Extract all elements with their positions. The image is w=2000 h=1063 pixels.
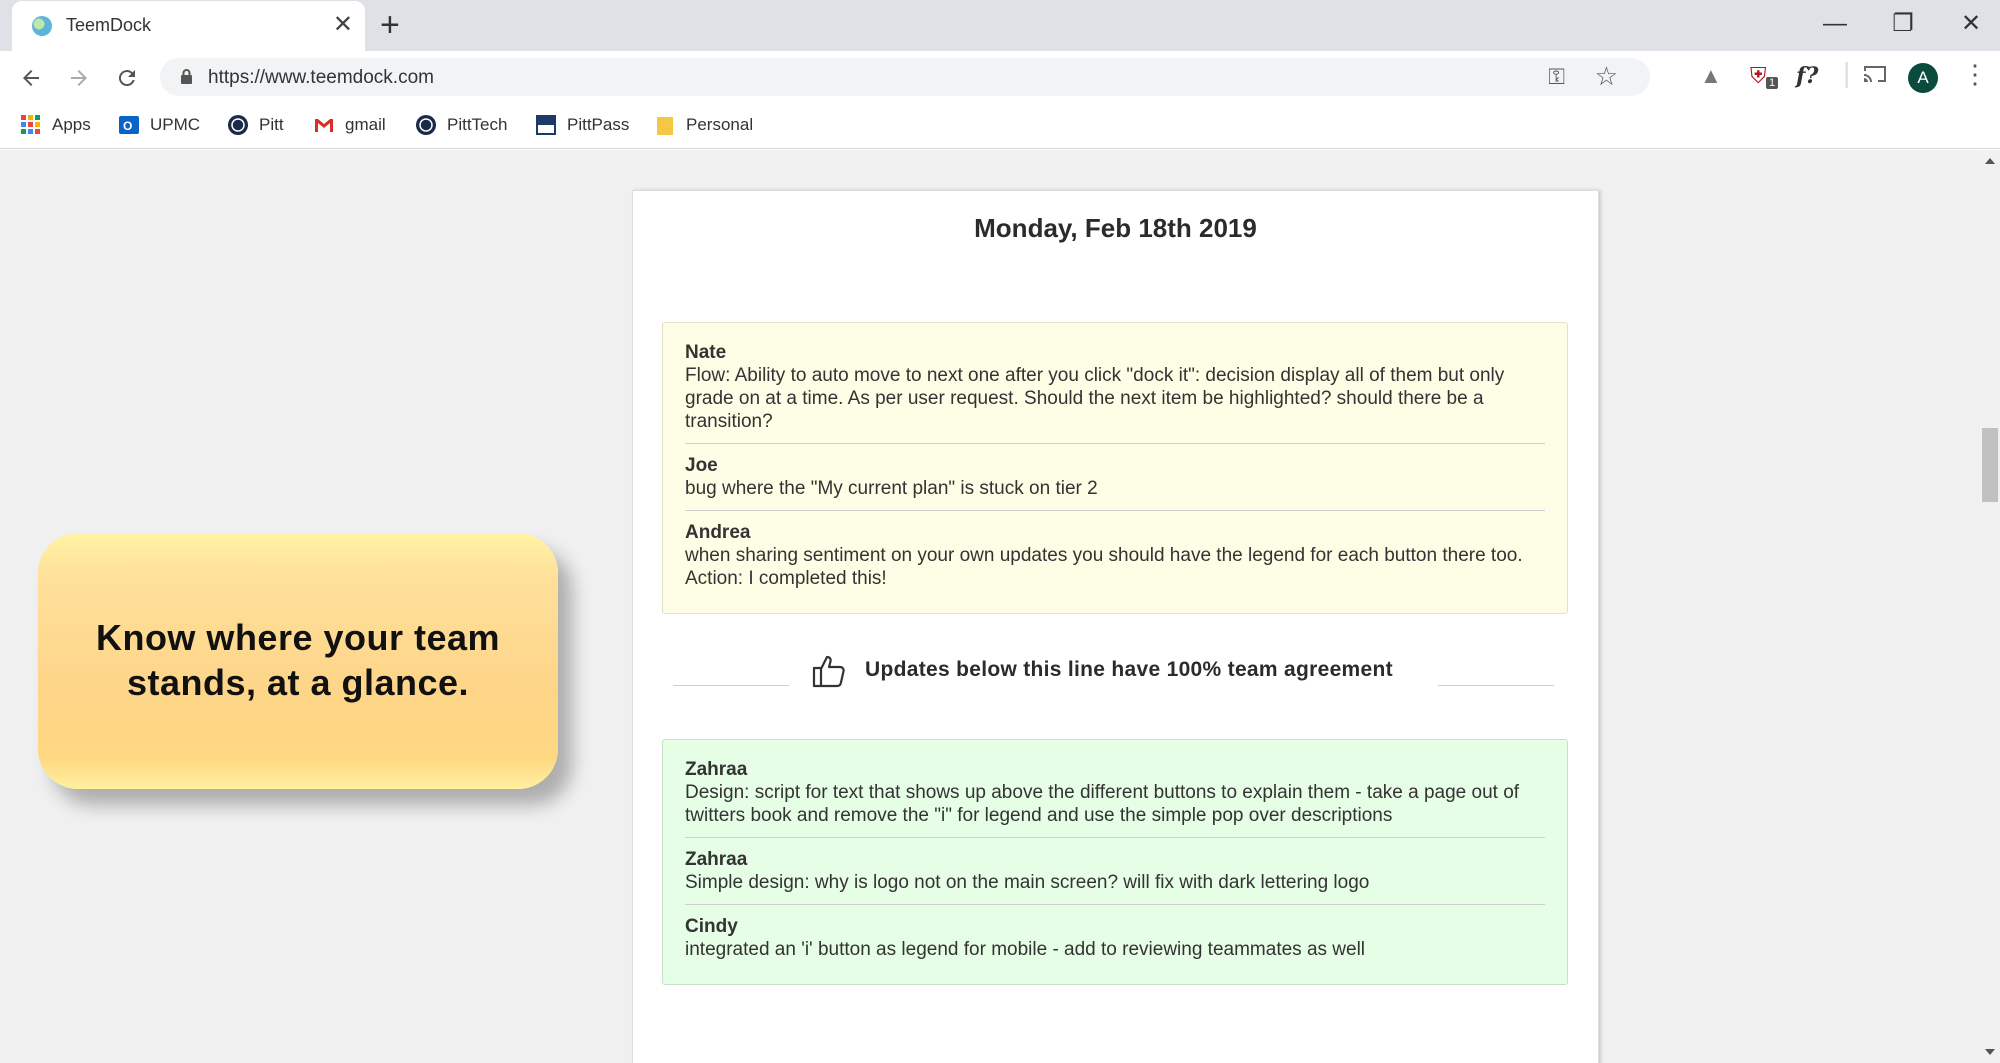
- bookmark-label: UPMC: [150, 115, 201, 134]
- update-item[interactable]: Joe bug where the "My current plan" is s…: [685, 454, 1545, 511]
- bookmark-label: gmail: [345, 115, 386, 134]
- thumbs-up-icon: [812, 655, 845, 688]
- restore-button[interactable]: ❐: [1868, 6, 1938, 42]
- agreed-updates-group: Zahraa Design: script for text that show…: [662, 739, 1568, 985]
- reload-icon: [118, 70, 135, 87]
- gmail-icon: [315, 119, 333, 132]
- teemdock-favicon-icon: [32, 16, 52, 36]
- back-button[interactable]: [14, 61, 48, 95]
- drive-extension-icon[interactable]: ▲: [1700, 63, 1722, 89]
- scrollbar-thumb[interactable]: [1982, 428, 1998, 502]
- reload-button[interactable]: [110, 61, 144, 95]
- bookmark-personal[interactable]: Personal: [654, 112, 753, 138]
- standup-card: Monday, Feb 18th 2019 Nate Flow: Ability…: [632, 190, 1599, 1063]
- profile-avatar[interactable]: A: [1908, 63, 1938, 93]
- toolbar-divider: |: [1843, 57, 1851, 88]
- date-heading: Monday, Feb 18th 2019: [974, 213, 1257, 243]
- update-author: Zahraa: [685, 759, 748, 780]
- update-text: integrated an 'i' button as legend for m…: [685, 939, 1366, 960]
- tab-title: TeemDock: [66, 15, 152, 35]
- update-text: Design: script for text that shows up ab…: [685, 782, 1520, 826]
- bookmark-label: PittPass: [567, 115, 630, 134]
- bookmark-star-icon[interactable]: ☆: [1595, 61, 1618, 92]
- divider-line-left: [673, 685, 789, 686]
- scroll-up-arrow-icon[interactable]: [1985, 158, 1995, 164]
- update-item[interactable]: Zahraa Simple design: why is logo not on…: [685, 848, 1545, 905]
- apps-grid-icon: [21, 115, 40, 134]
- update-item[interactable]: Andrea when sharing sentiment on your ow…: [685, 521, 1545, 600]
- update-author: Andrea: [685, 522, 751, 543]
- extension-badge: 1: [1766, 77, 1779, 89]
- update-author: Cindy: [685, 916, 738, 937]
- scroll-down-arrow-icon[interactable]: [1985, 1049, 1995, 1055]
- outlook-icon: O: [119, 116, 139, 134]
- browser-tab[interactable]: TeemDock ✕: [12, 1, 365, 51]
- folder-icon: [657, 117, 673, 135]
- back-arrow-icon: [23, 70, 39, 86]
- bookmarks-bar: Apps O UPMC Pitt gmail PittTech PittPass…: [0, 101, 2000, 149]
- bookmark-pitt[interactable]: Pitt: [227, 112, 284, 138]
- agreement-divider: Updates below this line have 100% team a…: [633, 651, 1598, 691]
- update-item[interactable]: Cindy integrated an 'i' button as legend…: [685, 915, 1545, 971]
- divider-line-right: [1438, 685, 1554, 686]
- pitt-seal-icon: [228, 115, 248, 135]
- lock-icon: [181, 69, 192, 84]
- fx-extension-icon[interactable]: f?: [1796, 63, 1818, 89]
- bookmark-pitttech[interactable]: PittTech: [415, 112, 507, 138]
- update-author: Zahraa: [685, 849, 748, 870]
- svg-text:O: O: [123, 119, 132, 133]
- callout-text: Know where your team stands, at a glance…: [95, 617, 501, 703]
- security-extension-icon[interactable]: ⛨: [1750, 63, 1767, 89]
- minimize-button[interactable]: —: [1800, 6, 1870, 42]
- tab-strip: TeemDock ✕ + — ❐ ✕: [0, 0, 2000, 51]
- update-item[interactable]: Zahraa Design: script for text that show…: [685, 758, 1545, 838]
- bookmark-label: Personal: [686, 115, 754, 134]
- update-text: Simple design: why is logo not on the ma…: [685, 872, 1370, 893]
- update-text: bug where the "My current plan" is stuck…: [685, 478, 1098, 499]
- update-item[interactable]: Nate Flow: Ability to auto move to next …: [685, 341, 1545, 444]
- forward-arrow-icon: [71, 70, 87, 86]
- update-text: when sharing sentiment on your own updat…: [685, 545, 1523, 589]
- marketing-callout: Know where your team stands, at a glance…: [38, 533, 558, 789]
- agreement-label: Updates below this line have 100% team a…: [865, 658, 1393, 681]
- update-author: Joe: [685, 455, 718, 476]
- tab-close-icon[interactable]: ✕: [333, 11, 353, 39]
- key-icon[interactable]: ⚿: [1548, 64, 1565, 90]
- new-tab-button[interactable]: +: [380, 6, 400, 44]
- bookmark-label: Pitt: [259, 115, 284, 134]
- pending-updates-group: Nate Flow: Ability to auto move to next …: [662, 322, 1568, 614]
- bookmark-upmc[interactable]: O UPMC: [118, 112, 200, 138]
- bookmark-label: PittTech: [447, 115, 508, 134]
- bookmark-label: Apps: [52, 115, 91, 134]
- cast-icon[interactable]: [1862, 63, 1888, 91]
- url-text[interactable]: https://www.teemdock.com: [208, 67, 434, 89]
- browser-menu-icon[interactable]: ⋮: [1962, 59, 1988, 90]
- window-close-button[interactable]: ✕: [1936, 6, 2000, 42]
- page-scrollbar[interactable]: [1980, 150, 2000, 1063]
- bookmark-apps[interactable]: Apps: [20, 112, 91, 138]
- update-text: Flow: Ability to auto move to next one a…: [685, 365, 1505, 432]
- address-bar[interactable]: https://www.teemdock.com ⚿ ☆: [160, 58, 1650, 96]
- pittpass-icon: [536, 115, 556, 135]
- pitt-seal-icon: [416, 115, 436, 135]
- bookmark-pittpass[interactable]: PittPass: [535, 112, 629, 138]
- page-viewport: Monday, Feb 18th 2019 Nate Flow: Ability…: [0, 150, 1980, 1063]
- forward-button[interactable]: [62, 61, 96, 95]
- update-author: Nate: [685, 342, 727, 363]
- bookmark-gmail[interactable]: gmail: [313, 112, 386, 138]
- browser-toolbar: https://www.teemdock.com ⚿ ☆ ▲ ⛨ 1 f? | …: [0, 51, 2000, 101]
